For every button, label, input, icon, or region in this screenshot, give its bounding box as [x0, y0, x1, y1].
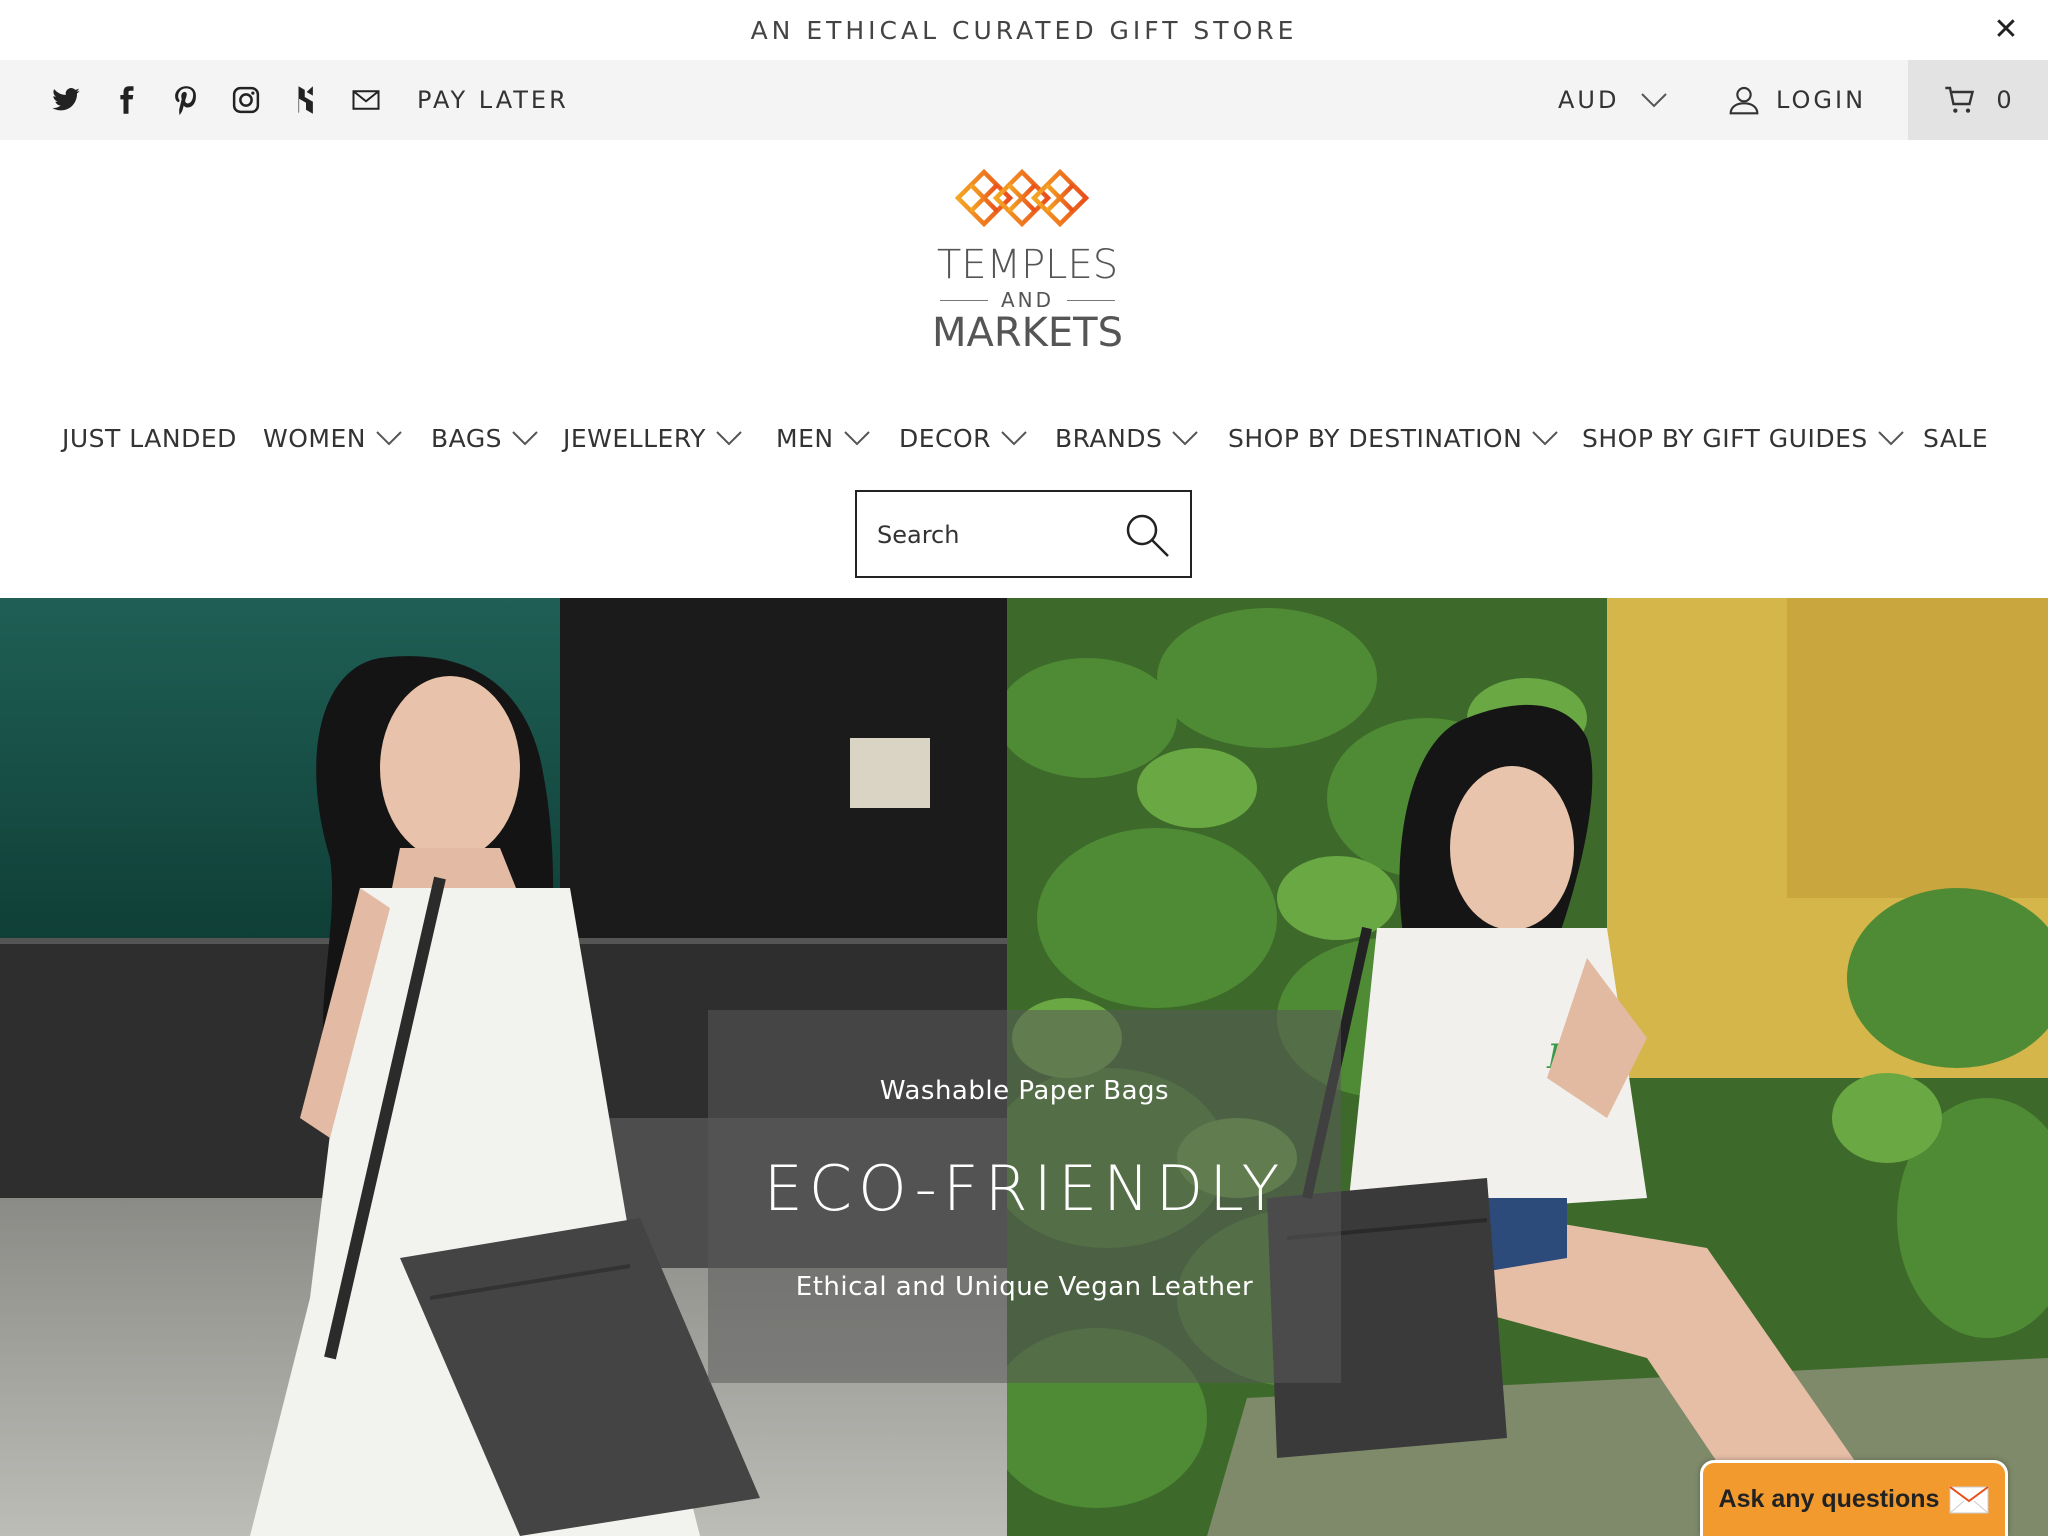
envelope-icon: [1949, 1485, 1990, 1513]
top-utility-bar: PAY LATER AUD LOGIN 0: [0, 60, 2048, 140]
logo-text-temples: TEMPLES: [936, 242, 1119, 288]
login-link[interactable]: LOGIN: [1728, 60, 1866, 140]
nav-item-just-landed[interactable]: JUST LANDED: [62, 416, 237, 460]
nav-label: JUST LANDED: [62, 423, 237, 453]
currency-label: AUD: [1558, 86, 1620, 114]
login-label: LOGIN: [1776, 86, 1867, 114]
nav-item-men[interactable]: MEN: [776, 416, 870, 460]
houzz-icon[interactable]: [290, 84, 322, 116]
nav-label: JEWELLERY: [563, 423, 706, 453]
mail-icon[interactable]: [350, 84, 382, 116]
nav-item-shop-by-destination[interactable]: SHOP BY DESTINATION: [1228, 416, 1559, 460]
nav-label: BRANDS: [1055, 423, 1163, 453]
pay-later-link[interactable]: PAY LATER: [417, 60, 569, 140]
instagram-icon[interactable]: [230, 84, 262, 116]
chat-label: Ask any questions: [1718, 1485, 1940, 1513]
hero-subtitle: Washable Paper Bags: [879, 1076, 1170, 1106]
cart-icon: [1945, 86, 1975, 113]
search-input[interactable]: [877, 512, 1117, 558]
hero-caption: Washable Paper Bags ECO-FRIENDLY Ethical…: [708, 1010, 1341, 1383]
nav-label: SHOP BY GIFT GUIDES: [1582, 423, 1868, 453]
chat-widget-button[interactable]: Ask any questions: [1700, 1460, 2008, 1536]
hero-description: Ethical and Unique Vegan Leather: [795, 1272, 1254, 1302]
social-links: [50, 60, 382, 140]
chevron-down-icon: [1172, 431, 1199, 446]
nav-item-decor[interactable]: DECOR: [899, 416, 1027, 460]
endless-knot-logo-icon: [950, 168, 1096, 228]
chevron-down-icon: [1532, 431, 1559, 446]
nav-label: SHOP BY DESTINATION: [1228, 423, 1523, 453]
pinterest-icon[interactable]: [170, 84, 202, 116]
hero-banner[interactable]: FEM Washable Paper Bags ECO-FRIENDLY Eth…: [0, 598, 2048, 1536]
announcement-bar: AN ETHICAL CURATED GIFT STORE ✕: [0, 0, 2048, 60]
main-navigation: JUST LANDED WOMEN BAGS JEWELLERY MEN DEC…: [0, 416, 2048, 460]
chevron-down-icon: [1878, 431, 1904, 446]
facebook-icon[interactable]: [110, 84, 142, 116]
store-logo[interactable]: TEMPLES AND MARKETS: [930, 162, 1125, 357]
nav-item-jewellery[interactable]: JEWELLERY: [563, 416, 742, 460]
hero-title: ECO-FRIENDLY: [763, 1152, 1286, 1225]
nav-item-women[interactable]: WOMEN: [263, 416, 402, 460]
chevron-down-icon: [1641, 93, 1668, 108]
nav-item-brands[interactable]: BRANDS: [1055, 416, 1199, 460]
nav-label: SALE: [1923, 423, 1989, 453]
nav-item-shop-by-gift-guides[interactable]: SHOP BY GIFT GUIDES: [1582, 416, 1904, 460]
nav-item-bags[interactable]: BAGS: [431, 416, 538, 460]
search-box: [855, 490, 1192, 578]
currency-selector[interactable]: AUD: [1558, 60, 1668, 140]
chevron-down-icon: [716, 431, 742, 446]
nav-item-sale[interactable]: SALE: [1923, 416, 1988, 460]
search-button[interactable]: [1120, 508, 1174, 562]
chevron-down-icon: [512, 431, 538, 446]
cart-button[interactable]: 0: [1908, 60, 2048, 140]
cart-count: 0: [1996, 86, 2012, 114]
chevron-down-icon: [376, 431, 402, 446]
nav-label: WOMEN: [263, 423, 366, 453]
nav-label: BAGS: [431, 423, 503, 453]
logo-text-markets: MARKETS: [932, 310, 1123, 356]
logo-text-and: AND: [930, 288, 1125, 312]
nav-label: DECOR: [899, 423, 992, 453]
search-icon: [1126, 514, 1169, 557]
user-icon: [1729, 86, 1759, 115]
chevron-down-icon: [1001, 431, 1027, 446]
chevron-down-icon: [843, 431, 870, 446]
nav-label: MEN: [776, 423, 834, 453]
announcement-text: AN ETHICAL CURATED GIFT STORE: [750, 15, 1298, 45]
close-icon[interactable]: ✕: [1988, 12, 2024, 48]
twitter-icon[interactable]: [50, 84, 82, 116]
